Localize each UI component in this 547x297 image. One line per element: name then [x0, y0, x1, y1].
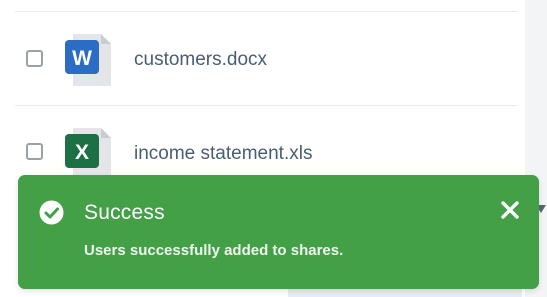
toast-message: Users successfully added to shares.: [84, 242, 344, 259]
toast-title: Success: [84, 201, 165, 224]
file-name[interactable]: customers.docx: [134, 49, 267, 71]
file-name[interactable]: income statement.xls: [134, 143, 312, 165]
file-select-checkbox[interactable]: [26, 50, 43, 67]
file-browser: W customers.docx X income statement.xls: [0, 0, 547, 297]
close-icon[interactable]: [499, 199, 521, 221]
file-select-checkbox[interactable]: [26, 143, 43, 160]
check-circle-icon: [39, 200, 64, 225]
svg-text:X: X: [75, 141, 89, 164]
word-document-icon: W: [65, 32, 111, 86]
svg-text:W: W: [72, 47, 92, 70]
success-toast: Success Users successfully added to shar…: [18, 175, 539, 289]
file-row-customers-docx[interactable]: W customers.docx: [15, 12, 517, 106]
excel-spreadsheet-icon: X: [65, 126, 111, 180]
